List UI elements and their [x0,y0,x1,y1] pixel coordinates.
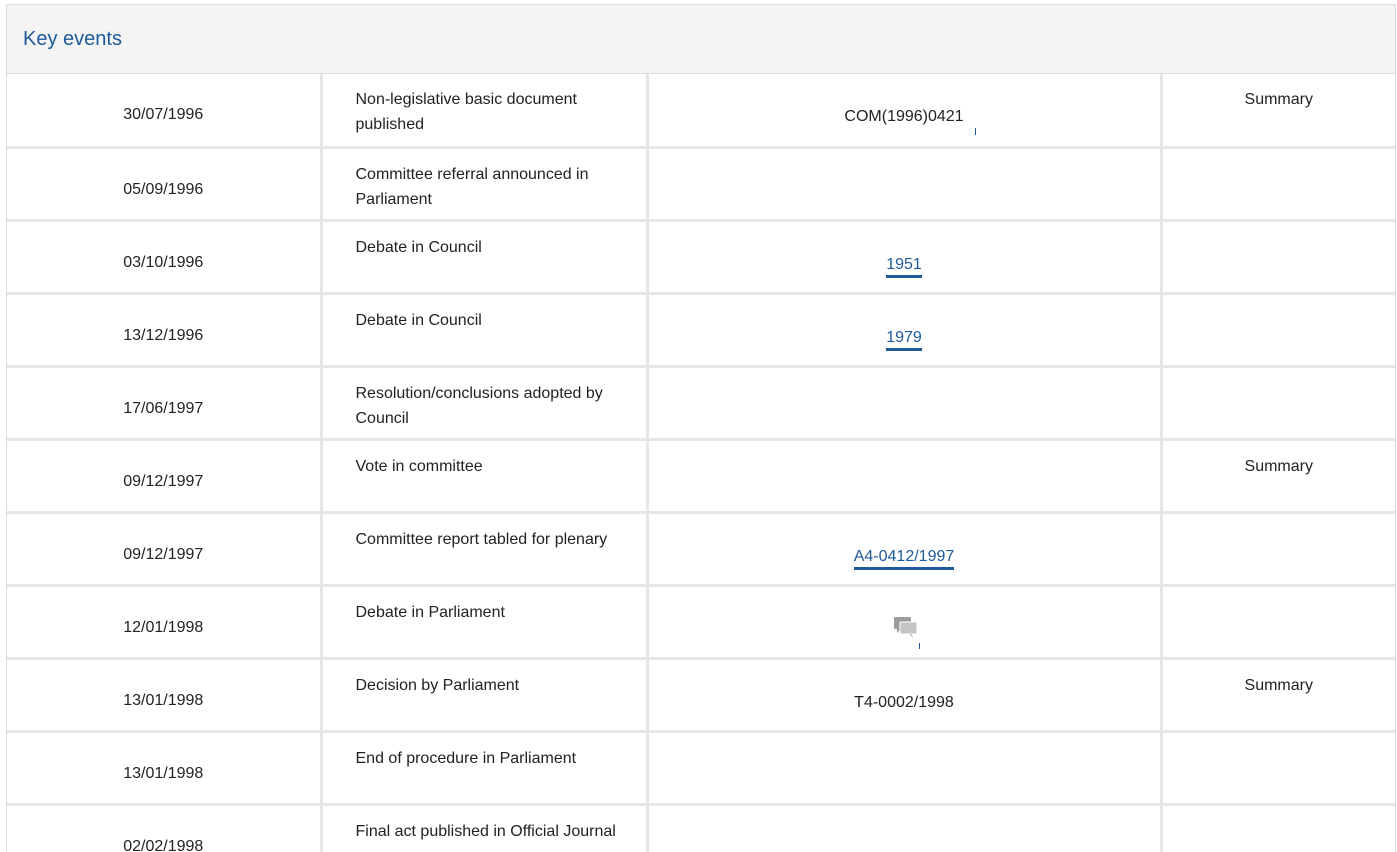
event-document-cell [647,731,1163,806]
table-row: 30/07/1996 Non-legislative basic documen… [7,74,1395,149]
event-document-reference: T4-0002/1998 [647,658,1163,733]
event-date: 30/07/1996 [7,74,323,149]
event-description: End of procedure in Parliament [321,731,649,806]
event-document-cell: A4-0412/1997 [647,512,1163,587]
event-summary-cell [1161,147,1395,222]
table-row: 13/01/1998 Decision by Parliament T4-000… [7,658,1395,733]
table-row: 17/06/1997 Resolution/conclusions adopte… [7,366,1395,441]
event-summary-cell [1161,366,1395,441]
event-summary-cell [1161,731,1395,806]
event-description: Debate in Council [321,220,649,295]
event-document-cell [647,439,1163,514]
debate-link[interactable] [889,611,920,649]
summary-link[interactable]: Summary [1161,439,1395,514]
table-row: 13/12/1996 Debate in Council 1979 [7,293,1395,368]
event-document-cell [647,804,1163,852]
key-events-panel: Key events 30/07/1996 Non-legislative ba… [6,4,1396,852]
event-date: 09/12/1997 [7,512,323,587]
debate-speech-bubbles-icon [894,616,918,638]
event-document-cell: 1979 [647,293,1163,368]
event-document-reference: COM(1996)0421 [844,104,976,135]
event-description: Committee referral announced in Parliame… [321,147,649,222]
event-description: Debate in Council [321,293,649,368]
table-row: 03/10/1996 Debate in Council 1951 [7,220,1395,295]
event-description: Vote in committee [321,439,649,514]
event-summary-cell [1161,293,1395,368]
event-document-cell: COM(1996)0421 [647,74,1163,149]
event-description: Decision by Parliament [321,658,649,733]
council-debate-link[interactable]: 1951 [886,255,922,278]
event-description: Non-legislative basic document published [321,74,649,149]
event-description: Committee report tabled for plenary [321,512,649,587]
debate-link-mark [919,642,920,649]
table-row: 12/01/1998 Debate in Parliament [7,585,1395,660]
event-date: 02/02/1998 [7,804,323,852]
event-date: 03/10/1996 [7,220,323,295]
event-summary-cell [1161,512,1395,587]
summary-link[interactable]: Summary [1161,74,1395,149]
event-date: 09/12/1997 [7,439,323,514]
event-date: 13/01/1998 [7,731,323,806]
event-description: Resolution/conclusions adopted by Counci… [321,366,649,441]
event-date: 13/12/1996 [7,293,323,368]
summary-link[interactable]: Summary [1161,658,1395,733]
event-date: 17/06/1997 [7,366,323,441]
document-reference-text: COM(1996)0421 [844,108,964,125]
table-row: 09/12/1997 Committee report tabled for p… [7,512,1395,587]
key-events-table: 30/07/1996 Non-legislative basic documen… [7,74,1395,852]
council-debate-link[interactable]: 1979 [886,328,922,351]
event-description: Final act published in Official Journal [321,804,649,852]
table-row: 09/12/1997 Vote in committee Summary [7,439,1395,514]
event-date: 12/01/1998 [7,585,323,660]
event-date: 05/09/1996 [7,147,323,222]
table-row: 02/02/1998 Final act published in Offici… [7,804,1395,852]
event-summary-cell [1161,220,1395,295]
event-summary-cell [1161,804,1395,852]
event-document-cell: 1951 [647,220,1163,295]
event-document-cell [647,585,1163,660]
event-document-cell [647,366,1163,441]
table-row: 05/09/1996 Committee referral announced … [7,147,1395,222]
table-row: 13/01/1998 End of procedure in Parliamen… [7,731,1395,806]
event-description: Debate in Parliament [321,585,649,660]
document-link-mark[interactable] [974,128,976,135]
panel-title: Key events [7,5,1395,74]
committee-report-link[interactable]: A4-0412/1997 [853,547,955,570]
event-summary-cell [1161,585,1395,660]
event-date: 13/01/1998 [7,658,323,733]
event-document-cell [647,147,1163,222]
